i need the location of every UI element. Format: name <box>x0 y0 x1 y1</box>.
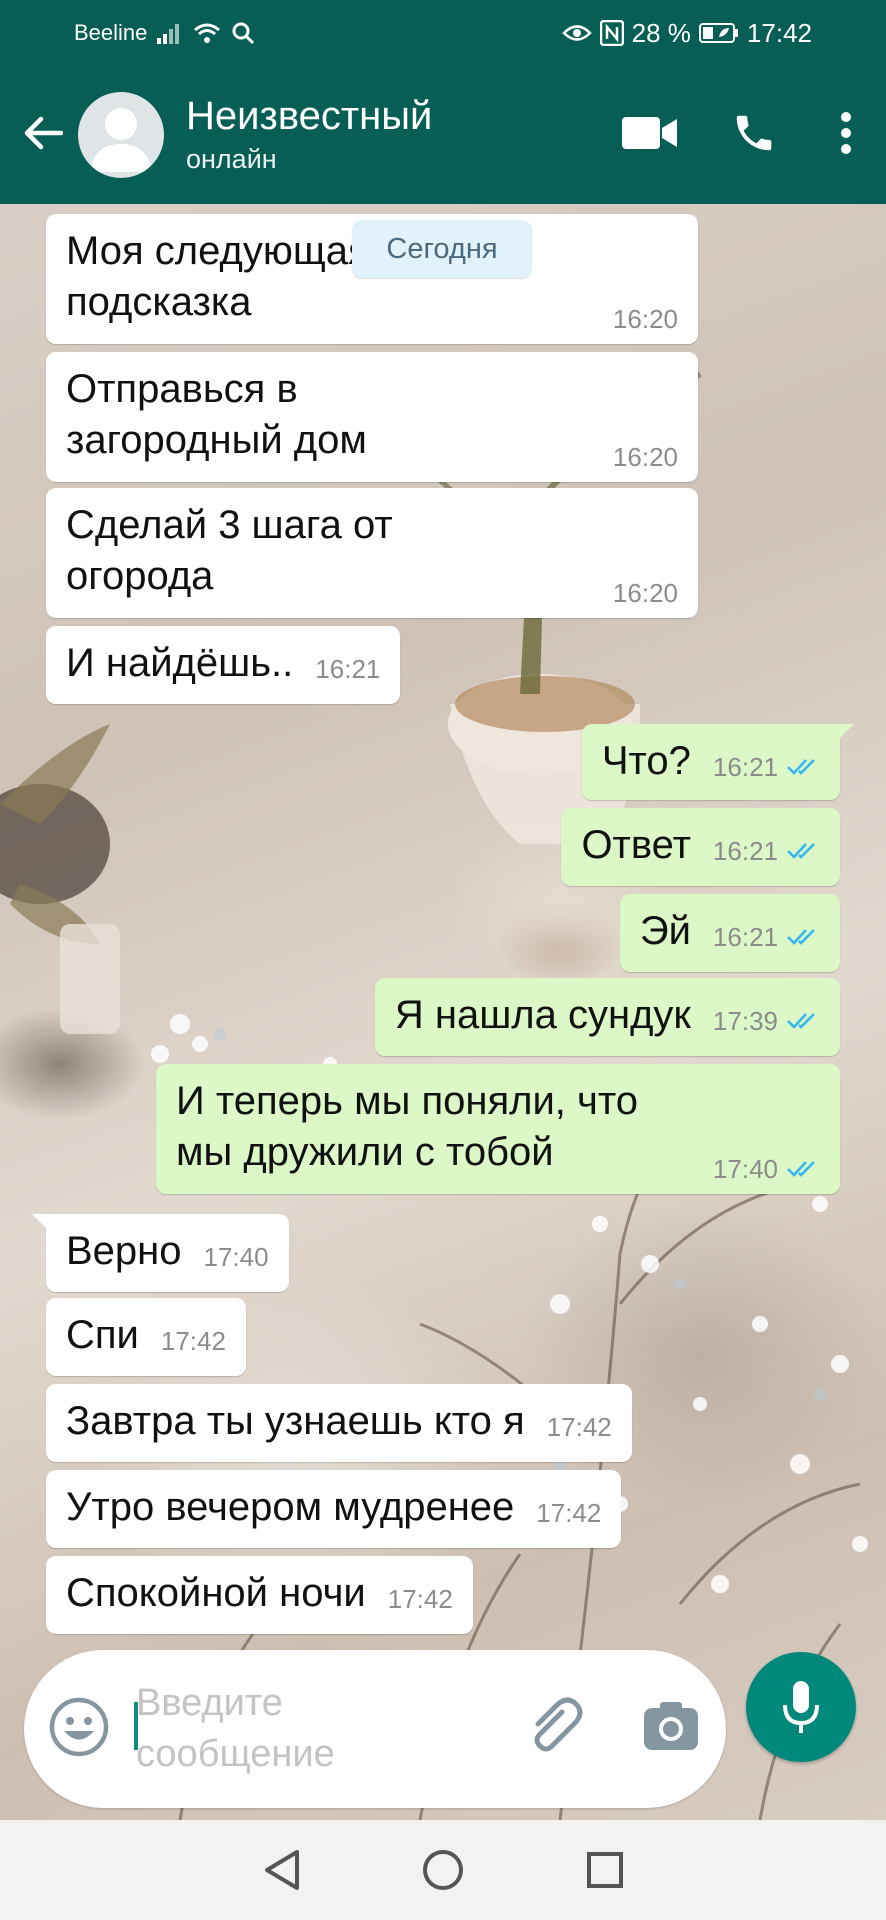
message-time: 17:40 <box>203 1242 269 1272</box>
double-check-icon <box>787 843 815 859</box>
message-time: 16:21 <box>712 922 778 952</box>
message-time: 17:39 <box>712 1006 778 1036</box>
nav-back-button[interactable] <box>241 1830 321 1910</box>
message-text: Спи <box>66 1313 139 1357</box>
emoji-button[interactable] <box>48 1696 110 1758</box>
message-bubble-outgoing[interactable]: Эй 16:21 <box>619 894 840 972</box>
contact-info[interactable]: Неизвестный онлайн <box>186 92 432 178</box>
bubble-tail <box>32 1214 54 1236</box>
message-bubble-outgoing[interactable]: И теперь мы поняли, что мы дружили с тоб… <box>156 1064 840 1194</box>
triangle-back-icon <box>265 1850 299 1890</box>
mic-icon <box>783 1681 819 1733</box>
eye-comfort-icon <box>561 22 592 44</box>
message-text: Что? <box>601 739 691 783</box>
message-time: 17:42 <box>546 1412 612 1442</box>
avatar[interactable] <box>78 92 164 178</box>
bubble-tail <box>832 724 854 746</box>
carrier-name: Beeline <box>74 20 148 45</box>
message-text: Я нашла сундук <box>394 993 691 1037</box>
message-bubble-incoming[interactable]: Завтра ты узнаешь кто я 17:42 <box>46 1384 632 1462</box>
contact-name: Неизвестный <box>186 94 433 138</box>
message-time: 16:21 <box>712 752 778 782</box>
signal-icon <box>157 22 183 44</box>
double-check-icon <box>787 1161 815 1177</box>
message-text: Ответ <box>581 823 691 867</box>
message-bubble-outgoing[interactable]: Что? 16:21 <box>581 724 854 800</box>
camera-icon <box>644 1702 698 1750</box>
paperclip-icon <box>534 1697 583 1752</box>
message-status: 17:39 <box>713 1008 820 1034</box>
arrow-left-icon <box>23 115 64 156</box>
message-text: Завтра ты узнаешь кто я <box>66 1399 525 1443</box>
message-status: 16:21 <box>713 754 820 780</box>
date-chip: Сегодня <box>352 220 532 278</box>
wifi-icon <box>193 22 221 44</box>
message-bubble-outgoing[interactable]: Я нашла сундук 17:39 <box>374 978 840 1056</box>
battery-icon <box>698 22 739 44</box>
camera-button[interactable] <box>638 1694 704 1760</box>
video-call-button[interactable] <box>598 85 702 185</box>
more-vert-icon <box>840 111 852 160</box>
search-icon <box>231 21 255 45</box>
message-time: 16:21 <box>315 654 381 684</box>
message-text: Эй <box>639 909 691 953</box>
attach-button[interactable] <box>524 1694 590 1760</box>
voice-call-button[interactable] <box>702 85 806 185</box>
message-status: 16:21 <box>713 838 820 864</box>
nav-home-button[interactable] <box>403 1830 483 1910</box>
emoji-icon <box>49 1697 109 1757</box>
clock: 17:42 <box>746 17 812 48</box>
system-nav-bar <box>0 1820 886 1920</box>
message-time: 17:42 <box>387 1584 453 1614</box>
default-avatar-icon <box>90 108 152 172</box>
double-check-icon <box>787 929 815 945</box>
message-text: Отправься в загородный дом <box>66 367 367 462</box>
message-bubble-outgoing[interactable]: Ответ 16:21 <box>561 808 840 886</box>
nav-recents-button[interactable] <box>565 1830 645 1910</box>
phone-icon <box>731 110 777 161</box>
message-composer <box>24 1650 726 1808</box>
double-check-icon <box>787 759 815 775</box>
message-text: Утро вечером мудренее <box>66 1485 515 1529</box>
status-bar: Beeline 28 % 17:42 <box>0 0 886 66</box>
message-text: Спокойной ночи <box>66 1571 366 1615</box>
voice-message-button[interactable] <box>746 1652 856 1762</box>
back-button[interactable] <box>8 90 78 180</box>
message-text: И найдёшь.. <box>66 641 294 685</box>
message-time: 16:20 <box>612 442 678 472</box>
circle-home-icon <box>423 1850 463 1890</box>
message-time: 17:42 <box>160 1326 226 1356</box>
message-time: 17:40 <box>712 1154 778 1184</box>
message-bubble-incoming[interactable]: Верно 17:40 <box>32 1214 289 1292</box>
message-time: 16:20 <box>612 578 678 608</box>
square-recents-icon <box>587 1852 623 1888</box>
chat-header: Неизвестный онлайн <box>0 66 886 204</box>
nfc-icon <box>599 20 624 46</box>
message-text: Сделай 3 шага от огорода <box>66 503 393 598</box>
more-options-button[interactable] <box>806 85 886 185</box>
message-status: 17:40 <box>713 1156 820 1182</box>
message-status: 16:21 <box>713 924 820 950</box>
message-time: 16:21 <box>712 836 778 866</box>
message-time: 17:42 <box>536 1498 602 1528</box>
contact-status: онлайн <box>186 144 277 174</box>
message-bubble-incoming[interactable]: Сделай 3 шага от огорода 16:20 <box>46 488 698 618</box>
message-bubble-incoming[interactable]: Утро вечером мудренее 17:42 <box>46 1470 622 1548</box>
double-check-icon <box>787 1013 815 1029</box>
video-camera-icon <box>622 115 678 156</box>
message-text: Верно <box>66 1229 182 1273</box>
message-bubble-incoming[interactable]: Спокойной ночи 17:42 <box>46 1556 473 1634</box>
message-bubble-incoming[interactable]: Спи 17:42 <box>46 1298 246 1376</box>
message-bubble-incoming[interactable]: И найдёшь.. 16:21 <box>46 626 401 704</box>
message-bubble-incoming[interactable]: Отправься в загородный дом 16:20 <box>46 352 698 482</box>
message-input[interactable] <box>136 1678 436 1782</box>
battery-percent: 28 % <box>631 17 691 48</box>
message-time: 16:20 <box>612 304 678 334</box>
